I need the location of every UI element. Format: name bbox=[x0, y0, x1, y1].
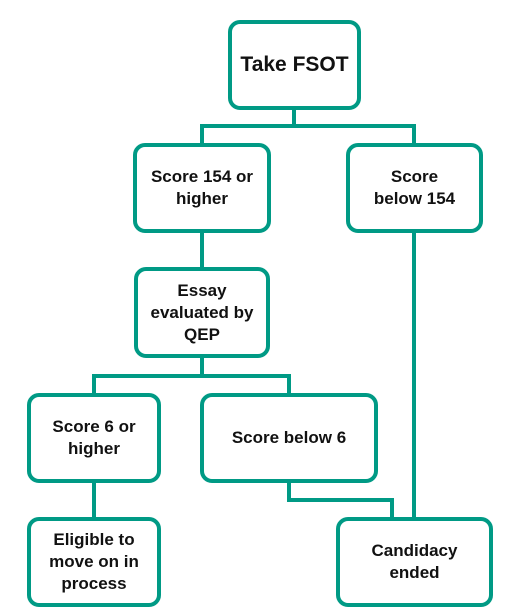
node-label: Score below 6 bbox=[231, 428, 347, 447]
node-candidacy-ended: Candidacy ended bbox=[336, 517, 493, 607]
connector-essay-split bbox=[92, 374, 291, 394]
node-take-fsot: Take FSOT bbox=[228, 20, 361, 110]
node-label: Score 154 or higher bbox=[150, 167, 254, 208]
node-label: Score 6 or higher bbox=[52, 417, 136, 458]
node-label: Score below 154 bbox=[373, 167, 456, 208]
node-label: Essay evaluated by QEP bbox=[150, 280, 254, 344]
connector-fsot-split bbox=[200, 124, 416, 144]
flowchart: Take FSOT Score 154 or higher Score belo… bbox=[0, 0, 515, 612]
node-eligible: Eligible to move on in process bbox=[27, 517, 161, 607]
node-label: Take FSOT bbox=[240, 53, 349, 76]
node-label: Candidacy ended bbox=[371, 541, 458, 582]
node-score-below-6: Score below 6 bbox=[200, 393, 378, 483]
node-essay: Essay evaluated by QEP bbox=[134, 267, 270, 358]
node-score-below-154: Score below 154 bbox=[346, 143, 483, 233]
node-score-6-or-higher: Score 6 or higher bbox=[27, 393, 161, 483]
node-label: Eligible to move on in process bbox=[49, 530, 139, 593]
connector-below6-ended bbox=[287, 482, 394, 518]
node-score-154-or-higher: Score 154 or higher bbox=[133, 143, 271, 233]
